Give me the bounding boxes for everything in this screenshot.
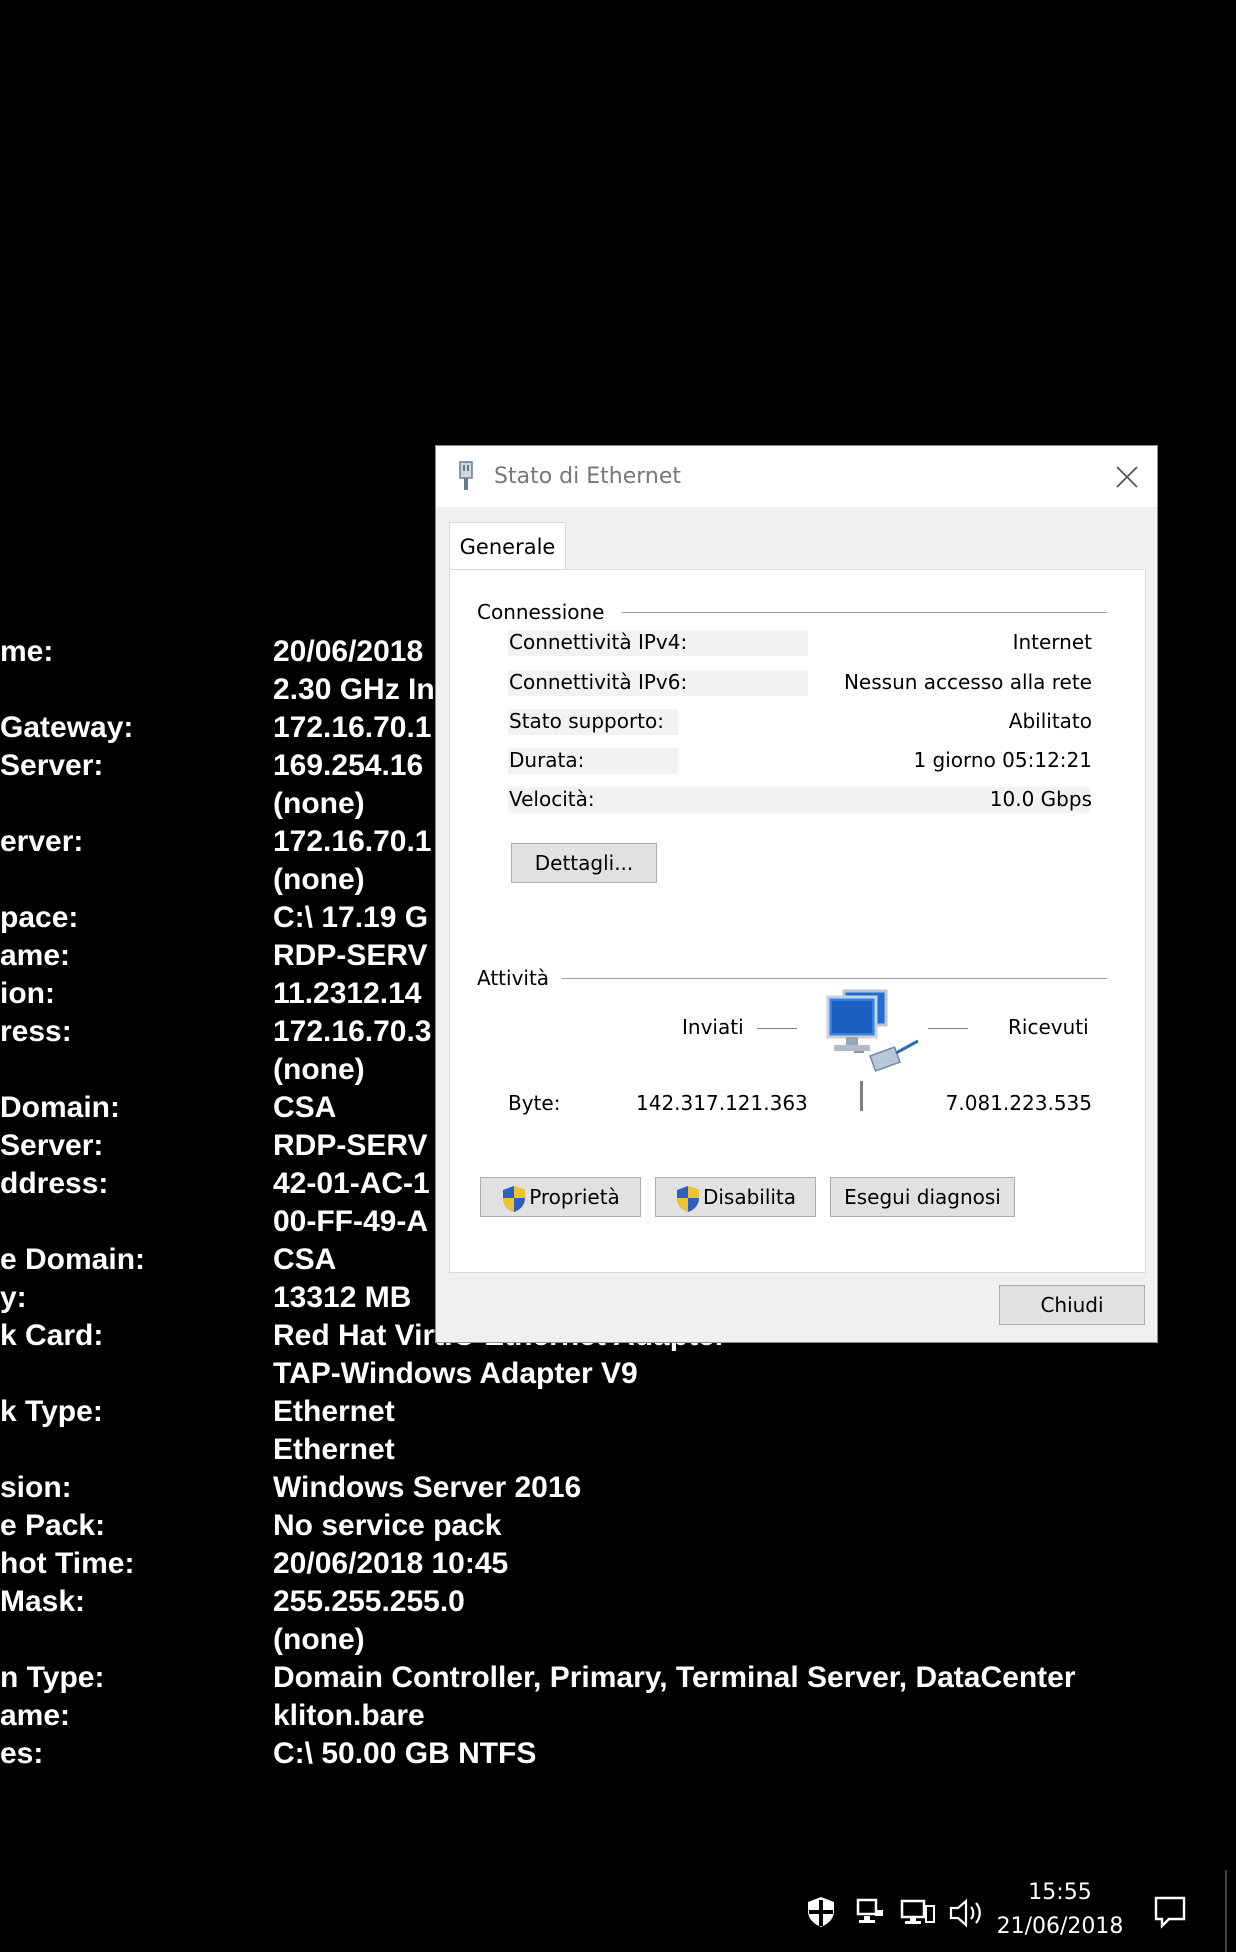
bginfo-value: C:\ 50.00 GB NTFS <box>273 1737 537 1770</box>
volume-icon[interactable] <box>948 1897 984 1929</box>
bginfo-label: Server: <box>0 749 104 782</box>
ethernet-status-dialog: Stato di Ethernet Generale Connessione C… <box>435 445 1158 1343</box>
bginfo-value: (none) <box>273 1623 365 1656</box>
section-divider <box>622 612 1107 613</box>
bginfo-label: es: <box>0 1737 44 1770</box>
bginfo-label: e Domain: <box>0 1243 146 1276</box>
bginfo-label: erver: <box>0 825 84 858</box>
bginfo-label: Server: <box>0 1129 104 1162</box>
close-window-button[interactable] <box>1097 446 1157 507</box>
bginfo-label: ion: <box>0 977 55 1010</box>
properties-label: Proprietà <box>529 1185 620 1209</box>
network-monitor-icon[interactable] <box>855 1898 885 1926</box>
network-computers-icon <box>826 989 919 1072</box>
section-divider <box>562 978 1107 979</box>
speed-value: 10.0 Gbps <box>989 787 1092 811</box>
bginfo-value: TAP-Windows Adapter V9 <box>273 1357 638 1390</box>
speed-label: Velocità: <box>509 787 595 811</box>
bginfo-value: (none) <box>273 1053 365 1086</box>
ipv6-label: Connettività IPv6: <box>509 670 688 694</box>
bginfo-label: ame: <box>0 939 71 972</box>
network-status-icon[interactable] <box>900 1898 936 1928</box>
bytes-label: Byte: <box>508 1091 561 1115</box>
bginfo-label: ress: <box>0 1015 72 1048</box>
received-connector-line <box>928 1028 968 1029</box>
bytes-sent-value: 142.317.121.363 <box>636 1091 808 1115</box>
title-bar[interactable]: Stato di Ethernet <box>436 446 1157 507</box>
connection-section-title: Connessione <box>477 600 605 624</box>
bginfo-value: No service pack <box>273 1509 502 1542</box>
bginfo-label: sion: <box>0 1471 72 1504</box>
sent-connector-line <box>757 1028 797 1029</box>
bginfo-value: 13312 MB <box>273 1281 412 1314</box>
ipv4-value: Internet <box>1012 630 1092 654</box>
bginfo-label: k Card: <box>0 1319 104 1352</box>
media-state-label: Stato supporto: <box>509 709 664 733</box>
bginfo-value: C:\ 17.19 G <box>273 901 429 934</box>
bginfo-label: me: <box>0 635 54 668</box>
ipv6-value: Nessun accesso alla rete <box>843 670 1092 694</box>
close-icon <box>1116 466 1138 488</box>
bginfo-label: e Pack: <box>0 1509 106 1542</box>
bginfo-value: CSA <box>273 1243 337 1276</box>
bginfo-value: Domain Controller, Primary, Terminal Ser… <box>273 1661 1076 1694</box>
bginfo-label: n Type: <box>0 1661 105 1694</box>
bginfo-value: Ethernet <box>273 1433 395 1466</box>
close-button[interactable]: Chiudi <box>999 1285 1145 1325</box>
bginfo-value: 255.255.255.0 <box>273 1585 465 1618</box>
bginfo-value: 11.2312.14 <box>273 977 422 1010</box>
bginfo-value: 172.16.70.1 <box>273 825 432 858</box>
bginfo-value: (none) <box>273 787 365 820</box>
bginfo-label: hot Time: <box>0 1547 135 1580</box>
tab-generale[interactable]: Generale <box>449 522 566 570</box>
bginfo-value: 00-FF-49-A <box>273 1205 429 1238</box>
diagnose-button[interactable]: Esegui diagnosi <box>830 1177 1015 1217</box>
bginfo-value: 42-01-AC-1 <box>273 1167 430 1200</box>
clock-date[interactable]: 21/06/2018 <box>995 1914 1125 1939</box>
bginfo-label: pace: <box>0 901 79 934</box>
network-adapter-icon <box>459 461 473 490</box>
sent-label: Inviati <box>682 1015 744 1039</box>
received-label: Ricevuti <box>1008 1015 1089 1039</box>
bginfo-label: y: <box>0 1281 27 1314</box>
activity-section-title: Attività <box>477 966 550 990</box>
bginfo-value: 169.254.16 <box>273 749 424 782</box>
disable-label: Disabilita <box>702 1185 797 1209</box>
properties-button[interactable]: Proprietà <box>480 1177 641 1217</box>
duration-label: Durata: <box>509 748 585 772</box>
bginfo-value: 20/06/2018 <box>273 635 424 668</box>
dialog-title: Stato di Ethernet <box>494 464 681 489</box>
uac-shield-icon <box>676 1185 699 1212</box>
ipv4-label: Connettività IPv4: <box>509 630 688 654</box>
bginfo-value: 2.30 GHz In <box>273 673 435 706</box>
bginfo-label: Mask: <box>0 1585 86 1618</box>
bginfo-value: RDP-SERV <box>273 939 428 972</box>
details-button[interactable]: Dettagli... <box>511 843 657 883</box>
bginfo-value: (none) <box>273 863 365 896</box>
bginfo-label: ame: <box>0 1699 71 1732</box>
bginfo-value: RDP-SERV <box>273 1129 428 1162</box>
activity-divider <box>860 1081 863 1111</box>
uac-shield-icon <box>503 1185 526 1212</box>
disable-button[interactable]: Disabilita <box>655 1177 816 1217</box>
bginfo-value: 20/06/2018 10:45 <box>273 1547 509 1580</box>
windows-defender-icon[interactable] <box>806 1896 836 1928</box>
bginfo-label: Gateway: <box>0 711 134 744</box>
bginfo-value: 172.16.70.1 <box>273 711 432 744</box>
bginfo-label: ddress: <box>0 1167 109 1200</box>
bginfo-value: CSA <box>273 1091 337 1124</box>
bginfo-value: Ethernet <box>273 1395 395 1428</box>
bytes-received-value: 7.081.223.535 <box>945 1091 1092 1115</box>
duration-value: 1 giorno 05:12:21 <box>913 748 1092 772</box>
bginfo-label: k Type: <box>0 1395 103 1428</box>
bginfo-value: Windows Server 2016 <box>273 1471 582 1504</box>
clock-time[interactable]: 15:55 <box>995 1880 1125 1905</box>
general-panel: Connessione Connettività IPv4: Internet … <box>449 569 1146 1273</box>
show-desktop-divider[interactable] <box>1225 1870 1227 1952</box>
bginfo-value: kliton.bare <box>273 1699 425 1732</box>
media-state-value: Abilitato <box>1008 709 1092 733</box>
bginfo-label: Domain: <box>0 1091 120 1124</box>
bginfo-value: 172.16.70.3 <box>273 1015 432 1048</box>
action-center-icon[interactable] <box>1153 1895 1187 1929</box>
